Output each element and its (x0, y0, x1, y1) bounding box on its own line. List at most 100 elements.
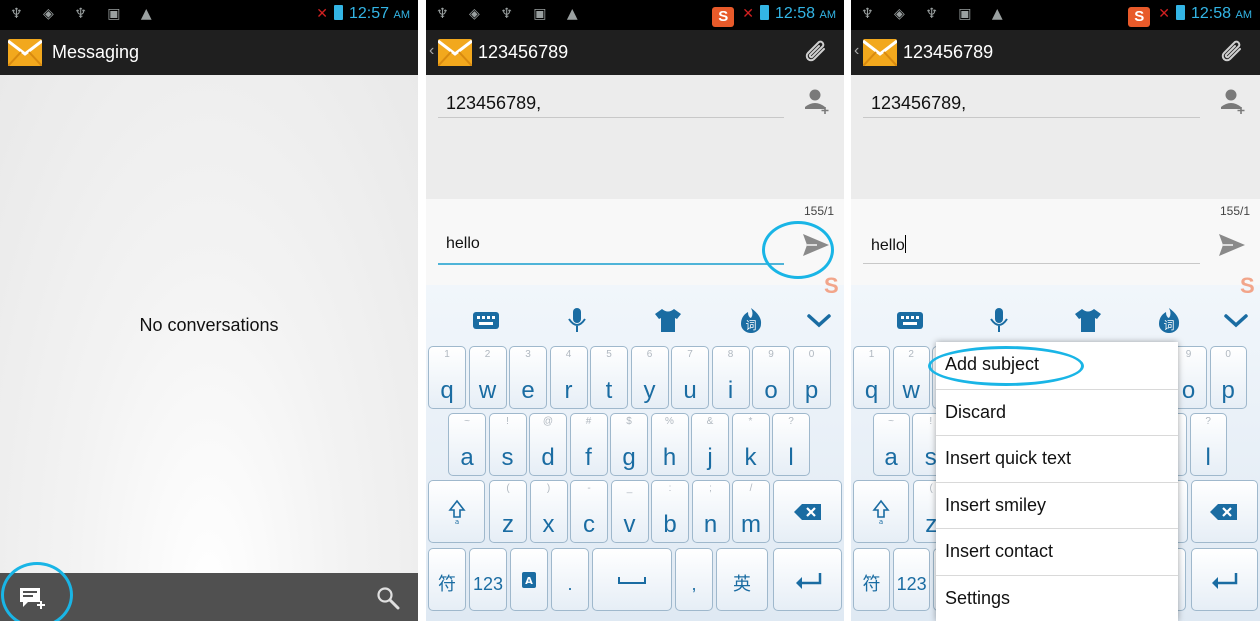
word-flame-icon[interactable]: 词 (1154, 307, 1184, 333)
key-u[interactable]: 7u (671, 346, 709, 409)
key-w[interactable]: 2w (468, 346, 507, 409)
symbol-key[interactable]: 符 (428, 548, 466, 611)
key-b[interactable]: :b (651, 480, 689, 543)
key-label: r (564, 377, 573, 404)
key-k[interactable]: *k (731, 413, 770, 476)
key-hint: 2 (908, 349, 914, 360)
key-hint: $ (626, 416, 632, 427)
key-i[interactable]: 8i (711, 346, 750, 409)
key-g[interactable]: $g (610, 413, 648, 476)
key-n[interactable]: ;n (691, 480, 730, 543)
menu-item-label: Insert smiley (945, 494, 1047, 515)
period-key[interactable]: . (551, 548, 589, 611)
hide-keyboard-icon[interactable] (804, 307, 834, 333)
key-p[interactable]: 0p (1209, 346, 1247, 409)
menu-item-settings[interactable]: Settings (936, 574, 1178, 621)
skin-shirt-icon[interactable] (1073, 307, 1103, 333)
menu-item-insert-smiley[interactable]: Insert smiley (936, 481, 1178, 528)
key-l[interactable]: ? l (772, 413, 810, 476)
compose-menu-screen: ♆ ◈ ♆ ▣ ▲ S ✕ 12:58 AM ‹ 123456789 1234567… (851, 0, 1260, 621)
messaging-app-icon[interactable] (438, 39, 472, 66)
key-j[interactable]: &j (691, 413, 729, 476)
key-hint: 6 (646, 349, 653, 360)
key-z[interactable]: (z (489, 480, 527, 543)
message-input[interactable]: hello (446, 235, 480, 253)
send-icon[interactable] (1218, 233, 1246, 257)
microphone-icon[interactable] (562, 307, 592, 333)
key-l[interactable]: ? l (1189, 413, 1227, 476)
key-d[interactable]: @d (529, 413, 567, 476)
input-switch-key[interactable]: A (510, 548, 548, 611)
recipient-field[interactable]: 123456789, (446, 93, 541, 114)
backspace-key[interactable] (1190, 480, 1259, 543)
key-o[interactable]: 9o (752, 346, 790, 409)
messaging-app-icon[interactable] (863, 39, 897, 66)
recipient-field[interactable]: 123456789, (871, 93, 966, 114)
key-label: e (521, 377, 535, 404)
search-icon[interactable] (376, 586, 400, 610)
key-y[interactable]: 6y (630, 346, 669, 409)
key-label: i (727, 377, 734, 404)
key-t[interactable]: 5t (590, 346, 628, 409)
key-s[interactable]: ! s (488, 413, 527, 476)
menu-item-discard[interactable]: Discard (936, 388, 1178, 435)
compose-highlight (1, 562, 73, 621)
key-label: b (663, 511, 677, 538)
message-area: 155/1 hello (851, 199, 1260, 285)
keyboard-icon[interactable] (895, 307, 925, 333)
enter-icon (795, 572, 821, 589)
backspace-key[interactable] (773, 480, 842, 543)
message-input-wrap[interactable]: hello (871, 235, 906, 255)
key-c[interactable]: -c (570, 480, 608, 543)
key-r[interactable]: 4r (549, 346, 588, 409)
key-hint: - (587, 483, 591, 494)
attach-icon[interactable] (1220, 40, 1246, 66)
key-hint: 7 (687, 349, 693, 360)
key-label: p (1221, 377, 1235, 404)
key-label: y (643, 377, 656, 404)
enter-key[interactable] (1190, 548, 1259, 611)
status-bar: ♆ ◈ ♆ ▣ ▲ S ✕ 12:58 AM (426, 0, 844, 30)
key-label: 符 (438, 574, 456, 594)
key-x[interactable]: )x (529, 480, 568, 543)
shift-key[interactable]: a (428, 480, 485, 543)
key-e[interactable]: 3e (509, 346, 547, 409)
keyboard-icon[interactable] (471, 307, 501, 333)
key-label: m (741, 511, 761, 538)
key-f[interactable]: #f (569, 413, 608, 476)
menu-item-insert-quick-text[interactable]: Insert quick text (936, 435, 1178, 481)
word-flame-icon[interactable]: 词 (736, 307, 766, 333)
key-q[interactable]: 1q (428, 346, 466, 409)
enter-key[interactable] (773, 548, 842, 611)
menu-item-insert-contact[interactable]: Insert contact (936, 528, 1178, 574)
back-icon[interactable]: ‹ (429, 42, 434, 60)
key-p[interactable]: 0p (792, 346, 831, 409)
key-m[interactable]: /m (732, 480, 770, 543)
add-contact-icon[interactable] (804, 87, 830, 115)
add-contact-icon[interactable] (1220, 87, 1246, 115)
space-key[interactable] (592, 548, 672, 611)
key-hint: 3 (525, 349, 531, 360)
menu-item-label: Settings (945, 587, 1011, 608)
microphone-icon[interactable] (984, 307, 1014, 333)
comma-key[interactable]: , (675, 548, 713, 611)
key-label: . (567, 574, 573, 594)
key-a[interactable]: ~ a (872, 413, 910, 476)
key-hint: ; (709, 483, 712, 494)
key-a[interactable]: ~ a (448, 413, 486, 476)
numbers-key[interactable]: 123 (469, 548, 507, 611)
back-icon[interactable]: ‹ (854, 42, 859, 60)
numbers-key[interactable]: 123 (893, 548, 931, 611)
key-hint: % (665, 416, 674, 427)
key-v[interactable]: _v (610, 480, 649, 543)
key-q[interactable]: 1q (852, 346, 891, 409)
hide-keyboard-icon[interactable] (1221, 307, 1251, 333)
enter-icon (1212, 572, 1238, 589)
key-h[interactable]: %h (650, 413, 689, 476)
skin-shirt-icon[interactable] (653, 307, 683, 333)
symbol-key[interactable]: 符 (852, 548, 891, 611)
shift-key[interactable]: a (852, 480, 909, 543)
key-w[interactable]: 2w (892, 346, 930, 409)
attach-icon[interactable] (804, 40, 830, 66)
language-key[interactable]: 英 (716, 548, 768, 611)
